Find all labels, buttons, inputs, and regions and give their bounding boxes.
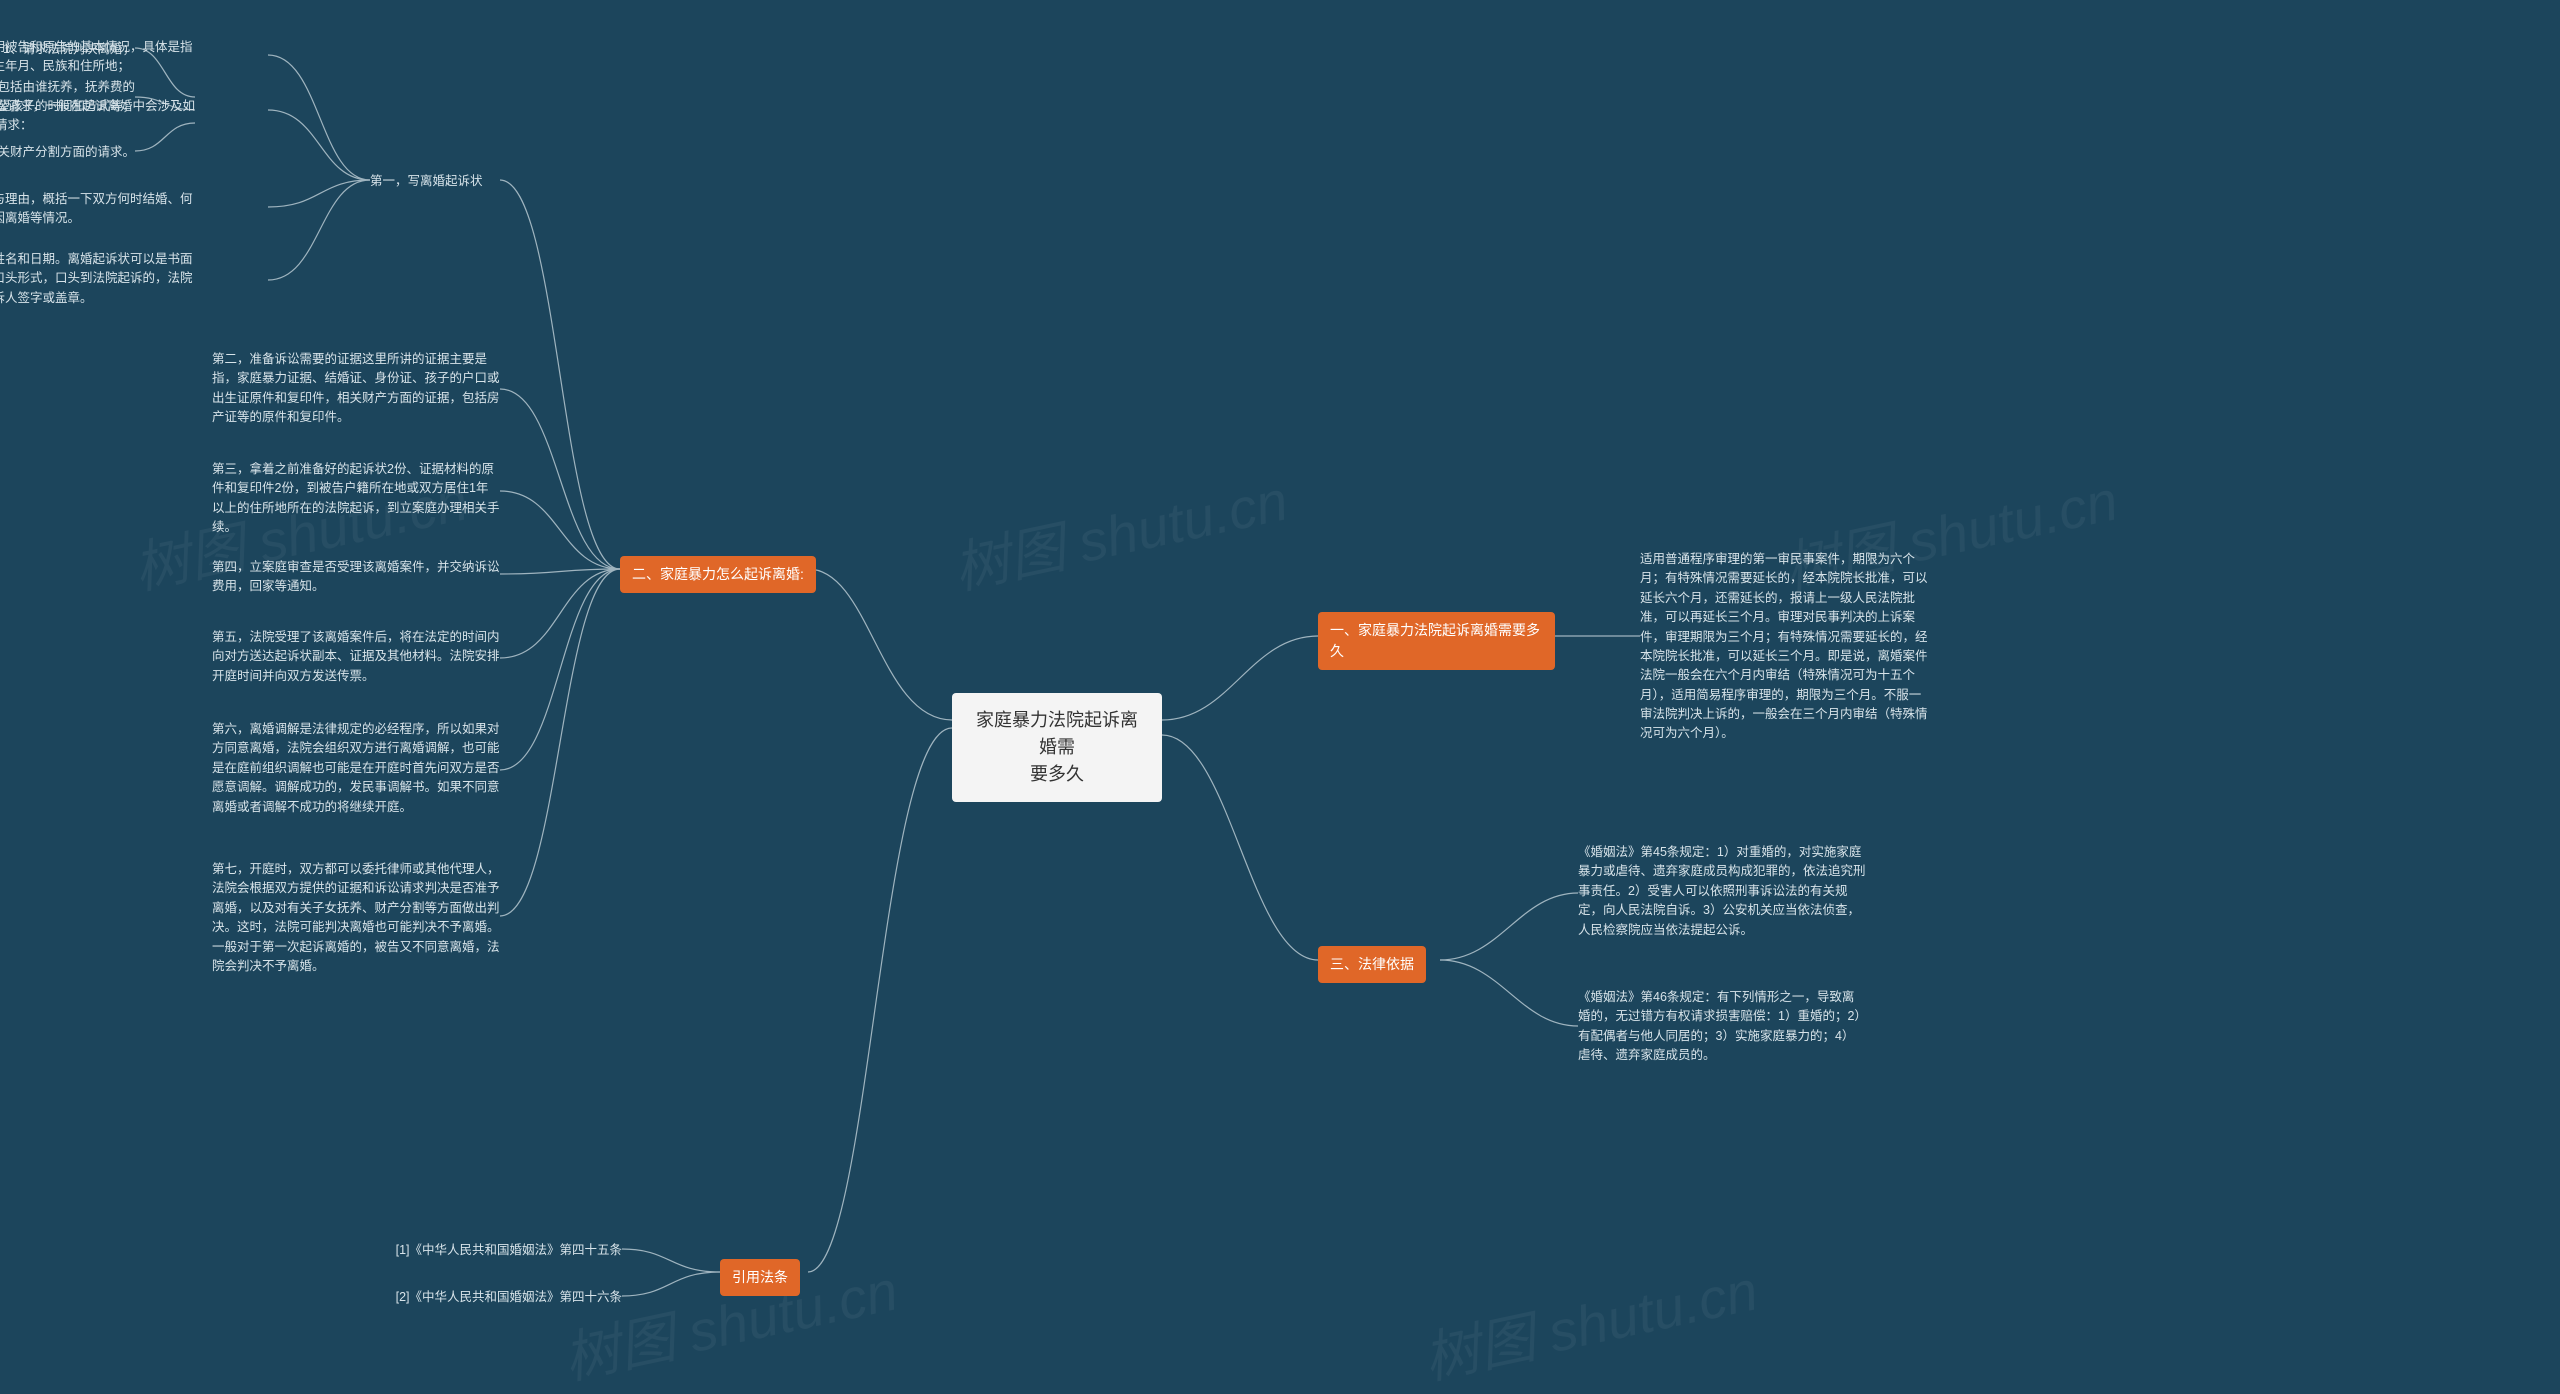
branch-2-step-6: 第六，离婚调解是法律规定的必经程序，所以如果对方同意离婚，法院会组织双方进行离婚… [212,720,500,817]
watermark: 树图 shutu.cn [1415,1246,1764,1394]
ref-1: [1]《中华人民共和国婚姻法》第四十五条 [352,1241,622,1260]
branch-2-step-2: 第二，准备诉讼需要的证据这里所讲的证据主要是指，家庭暴力证据、结婚证、身份证、孩… [212,350,500,428]
step1-writ-3: （三）书写事实与理由，概括一下双方何时结婚、何时生子、因何原因离婚等情况。 [0,190,195,229]
branch-2-step-3: 第三，拿着之前准备好的起诉状2份、证据材料的原件和复印件2份，到被告户籍所在地或… [212,460,500,538]
branch-2[interactable]: 二、家庭暴力怎么起诉离婚: [620,556,816,593]
branch-ref[interactable]: 引用法条 [720,1259,800,1296]
ref-2: [2]《中华人民共和国婚姻法》第四十六条 [352,1288,622,1307]
branch-1-label: 一、家庭暴力法院起诉离婚需要多 久 [1330,622,1540,659]
branch-ref-label: 引用法条 [732,1269,788,1285]
center-topic-label: 家庭暴力法院起诉离婚需 要多久 [976,710,1138,784]
branch-2-step-5: 第五，法院受理了该离婚案件后，将在法定的时间内向对方送达起诉状副本、证据及其他材… [212,628,500,686]
writ2-req-3: 3、有关财产分割方面的请求。 [0,143,135,162]
writ2-req-2: 2、有关孩子的抚养问题，包括由谁抚养，抚养费的多少以及探望孩子的时间和方式等； [0,78,135,117]
branch-3-item-2: 《婚姻法》第46条规定：有下列情形之一，导致离婚的，无过错方有权请求损害赔偿：1… [1578,988,1866,1066]
branch-2-step-4: 第四，立案庭审查是否受理该离婚案件，并交纳诉讼费用，回家等通知。 [212,558,500,597]
writ2-req-1: 1、请求法院判决离婚； [0,40,135,59]
connector-layer [0,0,2560,1394]
branch-1[interactable]: 一、家庭暴力法院起诉离婚需要多 久 [1318,612,1555,670]
branch-1-detail: 适用普通程序审理的第一审民事案件，期限为六个月；有特殊情况需要延长的，经本院院长… [1640,550,1928,744]
step1-writ-4: （四）具状人的姓名和日期。离婚起诉状可以是书面形式，也可以是口头形式，口头到法院… [0,250,195,308]
branch-2-label: 二、家庭暴力怎么起诉离婚: [632,566,804,582]
branch-3-label: 三、法律依据 [1330,956,1414,972]
branch-2-step-1: 第一，写离婚起诉状 [370,172,505,191]
center-topic[interactable]: 家庭暴力法院起诉离婚需 要多久 [952,693,1162,802]
branch-3[interactable]: 三、法律依据 [1318,946,1426,983]
watermark: 树图 shutu.cn [945,456,1294,606]
branch-3-item-1: 《婚姻法》第45条规定：1）对重婚的，对实施家庭暴力或虐待、遗弃家庭成员构成犯罪… [1578,843,1866,940]
branch-2-step-7: 第七，开庭时，双方都可以委托律师或其他代理人，法院会根据双方提供的证据和诉讼请求… [212,860,500,976]
